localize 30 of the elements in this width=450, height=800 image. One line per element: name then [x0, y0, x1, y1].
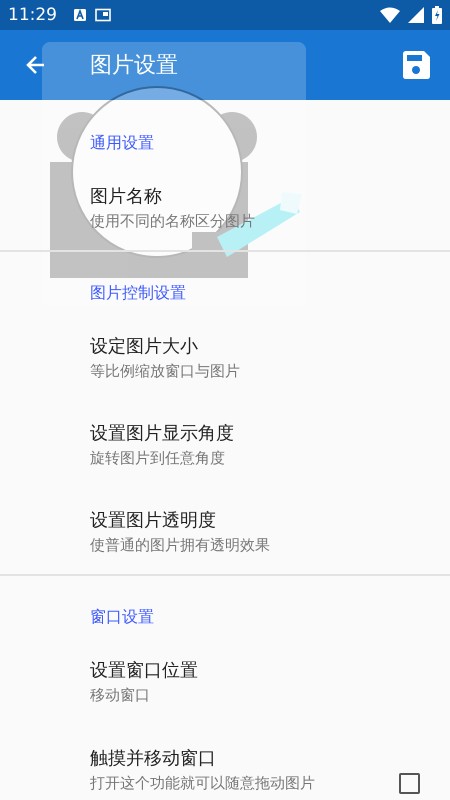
- screen-title: 图片设置: [90, 52, 179, 80]
- setting-item[interactable]: 设定图片大小 等比例缩放窗口与图片: [0, 313, 450, 400]
- setting-item[interactable]: 设置窗口位置 移动窗口: [0, 637, 450, 724]
- setting-title: 设置图片显示角度: [90, 422, 235, 446]
- wifi-icon: [380, 7, 400, 23]
- setting-item[interactable]: 图片名称 使用不同的名称区分图片: [0, 163, 450, 250]
- setting-summary: 使用不同的名称区分图片: [90, 211, 256, 232]
- screen-icon: [95, 8, 111, 22]
- notification-icon: [73, 8, 87, 22]
- save-icon[interactable]: [400, 49, 432, 81]
- section-header: 通用设置: [90, 132, 155, 154]
- setting-summary: 使普通的图片拥有透明效果: [90, 535, 271, 556]
- setting-summary: 旋转图片到任意角度: [90, 448, 226, 469]
- setting-item[interactable]: 设置图片透明度 使普通的图片拥有透明效果: [0, 487, 450, 574]
- signal-icon: [408, 7, 424, 23]
- setting-summary: 移动窗口: [90, 685, 151, 706]
- setting-title: 设置窗口位置: [90, 659, 199, 683]
- setting-title: 设定图片大小: [90, 335, 199, 359]
- setting-item[interactable]: 触摸并移动窗口 打开这个功能就可以随意拖动图片: [0, 724, 450, 800]
- checkbox[interactable]: [399, 773, 420, 794]
- setting-title: 图片名称: [90, 185, 163, 209]
- setting-summary: 等比例缩放窗口与图片: [90, 361, 241, 382]
- setting-summary: 打开这个功能就可以随意拖动图片: [90, 772, 316, 794]
- setting-title: 设置图片透明度: [90, 509, 217, 533]
- status-time: 11:29: [8, 5, 57, 25]
- setting-title: 触摸并移动窗口: [90, 746, 217, 770]
- battery-icon: [432, 6, 442, 24]
- section-header: 图片控制设置: [90, 282, 187, 304]
- section-header: 窗口设置: [90, 606, 155, 628]
- setting-item[interactable]: 设置图片显示角度 旋转图片到任意角度: [0, 400, 450, 487]
